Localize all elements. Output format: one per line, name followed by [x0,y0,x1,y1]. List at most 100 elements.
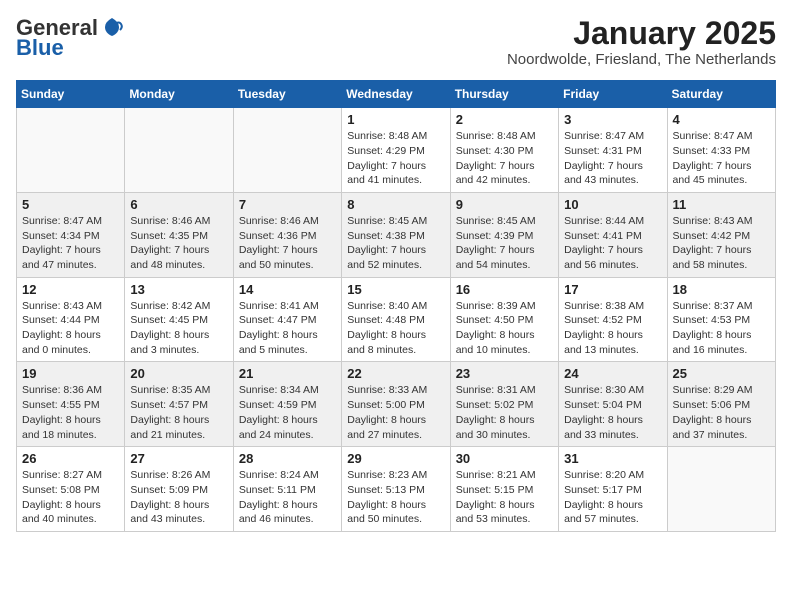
day-info: Sunrise: 8:31 AM Sunset: 5:02 PM Dayligh… [456,383,553,442]
day-number: 21 [239,366,336,381]
day-number: 6 [130,197,227,212]
day-number: 4 [673,112,770,127]
calendar-cell: 22 Sunrise: 8:33 AM Sunset: 5:00 PM Dayli… [342,362,450,447]
day-info: Sunrise: 8:45 AM Sunset: 4:39 PM Dayligh… [456,214,553,273]
day-number: 12 [22,282,119,297]
day-info: Sunrise: 8:30 AM Sunset: 5:04 PM Dayligh… [564,383,661,442]
day-number: 26 [22,451,119,466]
calendar-cell [233,108,341,193]
calendar-cell: 27Sunrise: 8:26 AM Sunset: 5:09 PM Dayli… [125,447,233,532]
calendar-cell: 29 Sunrise: 8:23 AM Sunset: 5:13 PM Dayli… [342,447,450,532]
page-header: General Blue January 2025 Noordwolde, Fr… [16,16,776,68]
weekday-header-wednesday: Wednesday [342,81,450,108]
day-info: Sunrise: 8:36 AM Sunset: 4:55 PM Dayligh… [22,383,119,442]
day-number: 1 [347,112,444,127]
calendar-cell: 10Sunrise: 8:44 AM Sunset: 4:41 PM Dayli… [559,192,667,277]
day-info: Sunrise: 8:21 AM Sunset: 5:15 PM Dayligh… [456,468,553,527]
weekday-header-saturday: Saturday [667,81,775,108]
calendar-cell: 28 Sunrise: 8:24 AM Sunset: 5:11 PM Dayli… [233,447,341,532]
day-number: 9 [456,197,553,212]
day-number: 31 [564,451,661,466]
day-info: Sunrise: 8:47 AM Sunset: 4:33 PM Dayligh… [673,129,770,188]
calendar-cell: 14Sunrise: 8:41 AM Sunset: 4:47 PM Dayli… [233,277,341,362]
day-number: 13 [130,282,227,297]
calendar-cell: 17Sunrise: 8:38 AM Sunset: 4:52 PM Dayli… [559,277,667,362]
weekday-header-sunday: Sunday [17,81,125,108]
day-number: 14 [239,282,336,297]
day-info: Sunrise: 8:20 AM Sunset: 5:17 PM Dayligh… [564,468,661,527]
day-number: 30 [456,451,553,466]
calendar-cell: 26 Sunrise: 8:27 AM Sunset: 5:08 PM Dayli… [17,447,125,532]
day-info: Sunrise: 8:24 AM Sunset: 5:11 PM Dayligh… [239,468,336,527]
calendar-table: SundayMondayTuesdayWednesdayThursdayFrid… [16,80,776,532]
calendar-week-row: 1 Sunrise: 8:48 AM Sunset: 4:29 PM Daylig… [17,108,776,193]
title-block: January 2025 Noordwolde, Friesland, The … [507,16,776,68]
day-info: Sunrise: 8:43 AM Sunset: 4:44 PM Dayligh… [22,299,119,358]
day-number: 10 [564,197,661,212]
logo-icon [101,16,123,38]
calendar-cell: 9 Sunrise: 8:45 AM Sunset: 4:39 PM Daylig… [450,192,558,277]
calendar-cell: 30 Sunrise: 8:21 AM Sunset: 5:15 PM Dayli… [450,447,558,532]
day-info: Sunrise: 8:35 AM Sunset: 4:57 PM Dayligh… [130,383,227,442]
calendar-cell [667,447,775,532]
day-number: 2 [456,112,553,127]
calendar-cell: 11 Sunrise: 8:43 AM Sunset: 4:42 PM Dayli… [667,192,775,277]
calendar-cell: 24 Sunrise: 8:30 AM Sunset: 5:04 PM Dayli… [559,362,667,447]
day-number: 3 [564,112,661,127]
day-info: Sunrise: 8:48 AM Sunset: 4:30 PM Dayligh… [456,129,553,188]
calendar-cell: 8Sunrise: 8:45 AM Sunset: 4:38 PM Daylig… [342,192,450,277]
day-number: 7 [239,197,336,212]
calendar-cell: 19Sunrise: 8:36 AM Sunset: 4:55 PM Dayli… [17,362,125,447]
calendar-week-row: 5Sunrise: 8:47 AM Sunset: 4:34 PM Daylig… [17,192,776,277]
calendar-cell [17,108,125,193]
day-info: Sunrise: 8:48 AM Sunset: 4:29 PM Dayligh… [347,129,444,188]
day-info: Sunrise: 8:39 AM Sunset: 4:50 PM Dayligh… [456,299,553,358]
calendar-cell: 15 Sunrise: 8:40 AM Sunset: 4:48 PM Dayli… [342,277,450,362]
logo: General Blue [16,16,123,60]
day-number: 16 [456,282,553,297]
day-info: Sunrise: 8:47 AM Sunset: 4:31 PM Dayligh… [564,129,661,188]
weekday-header-row: SundayMondayTuesdayWednesdayThursdayFrid… [17,81,776,108]
location-title: Noordwolde, Friesland, The Netherlands [507,51,776,68]
day-info: Sunrise: 8:34 AM Sunset: 4:59 PM Dayligh… [239,383,336,442]
day-number: 20 [130,366,227,381]
day-info: Sunrise: 8:29 AM Sunset: 5:06 PM Dayligh… [673,383,770,442]
weekday-header-thursday: Thursday [450,81,558,108]
day-info: Sunrise: 8:33 AM Sunset: 5:00 PM Dayligh… [347,383,444,442]
day-number: 22 [347,366,444,381]
calendar-cell: 12 Sunrise: 8:43 AM Sunset: 4:44 PM Dayli… [17,277,125,362]
logo-blue-text: Blue [16,36,64,60]
day-info: Sunrise: 8:42 AM Sunset: 4:45 PM Dayligh… [130,299,227,358]
calendar-week-row: 12 Sunrise: 8:43 AM Sunset: 4:44 PM Dayli… [17,277,776,362]
weekday-header-monday: Monday [125,81,233,108]
calendar-cell: 25Sunrise: 8:29 AM Sunset: 5:06 PM Dayli… [667,362,775,447]
day-number: 29 [347,451,444,466]
weekday-header-friday: Friday [559,81,667,108]
day-info: Sunrise: 8:23 AM Sunset: 5:13 PM Dayligh… [347,468,444,527]
day-number: 23 [456,366,553,381]
day-info: Sunrise: 8:37 AM Sunset: 4:53 PM Dayligh… [673,299,770,358]
day-info: Sunrise: 8:40 AM Sunset: 4:48 PM Dayligh… [347,299,444,358]
day-number: 24 [564,366,661,381]
month-title: January 2025 [507,16,776,51]
day-number: 28 [239,451,336,466]
day-number: 11 [673,197,770,212]
day-number: 5 [22,197,119,212]
calendar-cell [125,108,233,193]
calendar-cell: 4 Sunrise: 8:47 AM Sunset: 4:33 PM Daylig… [667,108,775,193]
calendar-cell: 16 Sunrise: 8:39 AM Sunset: 4:50 PM Dayli… [450,277,558,362]
weekday-header-tuesday: Tuesday [233,81,341,108]
calendar-cell: 3 Sunrise: 8:47 AM Sunset: 4:31 PM Daylig… [559,108,667,193]
day-info: Sunrise: 8:43 AM Sunset: 4:42 PM Dayligh… [673,214,770,273]
calendar-cell: 31 Sunrise: 8:20 AM Sunset: 5:17 PM Dayli… [559,447,667,532]
calendar-cell: 1 Sunrise: 8:48 AM Sunset: 4:29 PM Daylig… [342,108,450,193]
calendar-cell: 2 Sunrise: 8:48 AM Sunset: 4:30 PM Daylig… [450,108,558,193]
calendar-cell: 18 Sunrise: 8:37 AM Sunset: 4:53 PM Dayli… [667,277,775,362]
day-info: Sunrise: 8:27 AM Sunset: 5:08 PM Dayligh… [22,468,119,527]
day-number: 17 [564,282,661,297]
day-number: 15 [347,282,444,297]
day-info: Sunrise: 8:46 AM Sunset: 4:35 PM Dayligh… [130,214,227,273]
day-info: Sunrise: 8:46 AM Sunset: 4:36 PM Dayligh… [239,214,336,273]
day-number: 18 [673,282,770,297]
calendar-cell: 13 Sunrise: 8:42 AM Sunset: 4:45 PM Dayli… [125,277,233,362]
